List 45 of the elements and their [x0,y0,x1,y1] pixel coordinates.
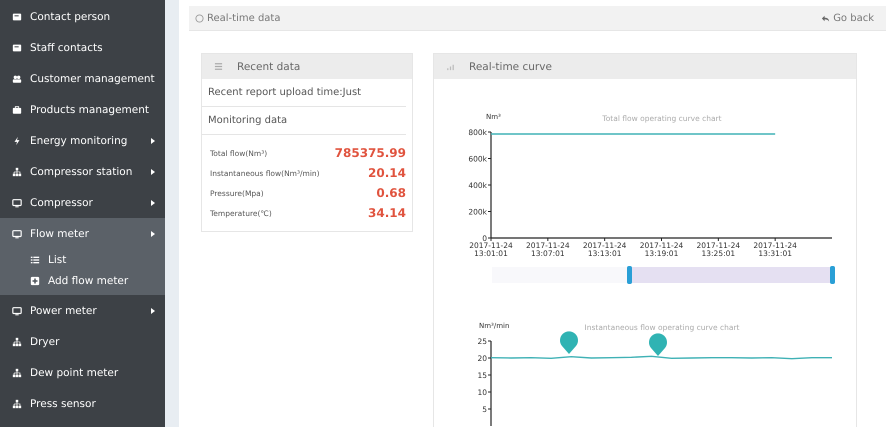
sidebar-item[interactable]: Contact person [0,1,165,32]
sidebar-item[interactable]: Energy monitoring [0,125,165,156]
users-icon [12,74,22,84]
sidebar-item[interactable]: Dryer [0,326,165,357]
marker-pin [649,333,667,356]
bar-chart-icon [446,62,455,71]
monitor-icon [12,306,22,316]
sidebar-item[interactable]: Power meter [0,295,165,326]
sidebar-subitem[interactable]: Add flow meter [0,270,165,291]
sitemap-icon [12,368,22,378]
sidebar-subitem[interactable]: List [0,249,165,270]
upload-time-text: Recent report upload time:Just [202,79,406,107]
sidebar-item[interactable]: Press sensor [0,388,165,419]
range-slider[interactable] [492,266,835,284]
sidebar-item[interactable]: Products management [0,94,165,125]
sitemap-icon [12,336,22,346]
sidebar-item[interactable]: Compressor [0,187,165,218]
monitor-icon [12,198,22,208]
reading-value: 20.14 [368,166,406,180]
reading-value: 785375.99 [334,146,406,160]
sidebar-item[interactable]: Compressor station [0,156,165,187]
marker-pin [560,331,578,354]
panel-title: Real-time curve [469,60,552,72]
page-title: Real-time data [195,12,280,24]
briefcase-icon [12,104,22,114]
reading-value: 34.14 [368,206,406,220]
sitemap-icon [12,166,22,176]
sitemap-icon [12,398,22,408]
back-arrow-icon [821,14,830,22]
card-icon [12,12,22,22]
card-icon [12,42,22,52]
sidebar-item[interactable]: Customer management [0,63,165,94]
sidebar-item[interactable]: Dew point meter [0,357,165,388]
bolt-icon [12,136,22,146]
reading-value: 0.68 [376,186,406,200]
section-title: Monitoring data [202,107,406,135]
monitor-icon [12,228,22,238]
circle-icon [195,14,204,22]
list-icon [30,254,40,264]
panel-title: Recent data [237,60,300,72]
list-icon [214,62,223,71]
plus-icon [30,276,40,286]
sidebar-item[interactable]: Staff contacts [0,32,165,63]
go-back-link[interactable]: Go back [821,12,874,24]
sidebar-item[interactable]: Flow meter [0,218,165,249]
